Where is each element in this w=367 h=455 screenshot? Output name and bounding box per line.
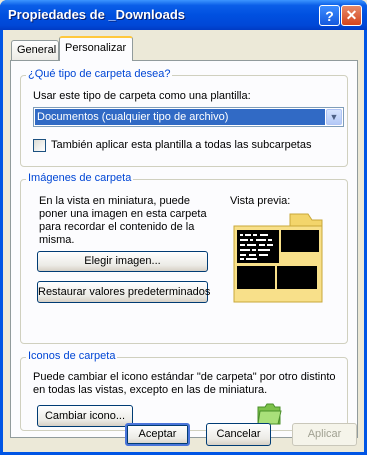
folder-images-description-line-1: En la vista en miniatura, puede [39, 195, 191, 207]
tab-personalizar[interactable]: Personalizar [59, 36, 133, 61]
help-icon: ? [325, 7, 334, 24]
close-button[interactable]: ✕ [341, 5, 362, 26]
title-bar[interactable]: Propiedades de _Downloads ? ✕ [0, 0, 367, 30]
chevron-down-icon[interactable]: ▼ [326, 109, 342, 125]
folder-icons-description-line-2: en todas las vistas, excepto en las de m… [33, 384, 268, 396]
properties-window: Propiedades de _Downloads ? ✕ General Pe… [0, 0, 367, 455]
close-icon: ✕ [345, 7, 358, 23]
folder-type-group-title: ¿Qué tipo de carpeta desea? [26, 68, 173, 80]
dialog-client-area: General Personalizar ¿Qué tipo de carpet… [3, 30, 364, 452]
choose-image-button[interactable]: Elegir imagen... [37, 251, 208, 272]
folder-icons-description-line-1: Puede cambiar el icono estándar "de carp… [33, 371, 336, 383]
folder-images-description-line-2: poner una imagen en esta carpeta [39, 208, 207, 220]
apply-subfolders-label: También aplicar esta plantilla a todas l… [51, 139, 312, 151]
folder-thumbnail-icon [233, 213, 323, 303]
folder-preview-image [230, 210, 326, 306]
window-title: Propiedades de _Downloads [8, 7, 185, 22]
folder-images-description-line-3: para recordar el contenido de la [39, 221, 195, 233]
apply-button[interactable]: Aplicar [292, 423, 357, 446]
cancel-button[interactable]: Cancelar [206, 423, 271, 446]
folder-icons-group-title: Iconos de carpeta [26, 350, 118, 362]
tab-general[interactable]: General [11, 40, 59, 60]
preview-label: Vista previa: [230, 195, 291, 207]
apply-subfolders-checkbox[interactable] [33, 139, 46, 152]
restore-defaults-button[interactable]: Restaurar valores predeterminados [37, 281, 210, 303]
tab-panel-personalizar: ¿Qué tipo de carpeta desea? Usar este ti… [10, 60, 358, 438]
help-button[interactable]: ? [319, 5, 340, 26]
folder-images-group-title: Imágenes de carpeta [26, 172, 134, 184]
ok-button[interactable]: Aceptar [125, 423, 190, 446]
folder-template-selected: Documentos (cualquier tipo de archivo) [35, 109, 325, 125]
folder-images-description-line-4: misma. [39, 234, 75, 246]
change-icon-button[interactable]: Cambiar icono... [37, 405, 133, 427]
folder-template-select[interactable]: Documentos (cualquier tipo de archivo) ▼ [33, 107, 344, 127]
template-label: Usar este tipo de carpeta como una plant… [33, 90, 251, 102]
